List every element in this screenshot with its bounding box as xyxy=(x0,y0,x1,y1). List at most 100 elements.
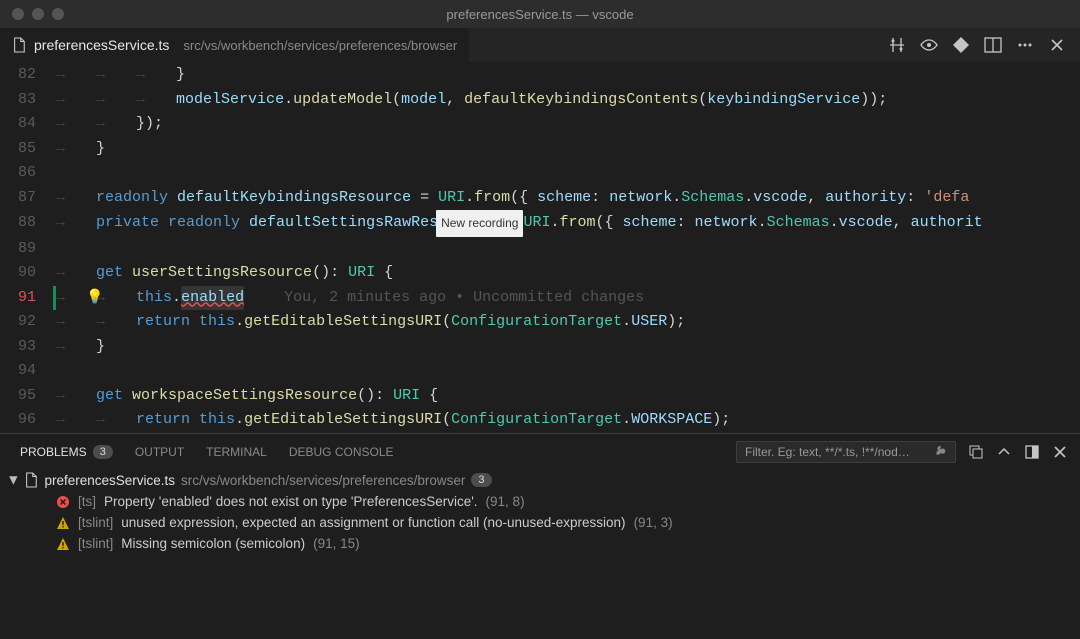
warning-icon xyxy=(56,537,70,551)
git-blame-annotation: You, 2 minutes ago • Uncommitted changes xyxy=(284,286,644,311)
code-line[interactable]: 91 💡→ → this.enabledYou, 2 minutes ago • … xyxy=(0,286,1080,311)
chevron-up-icon[interactable] xyxy=(996,444,1012,460)
bottom-panel: PROBLEMS 3 OUTPUT TERMINAL DEBUG CONSOLE… xyxy=(0,433,1080,639)
line-number: 82 xyxy=(0,63,56,88)
chevron-down-icon: ▶ xyxy=(8,476,21,484)
code-line[interactable]: 95→ get workspaceSettingsResource(): URI… xyxy=(0,384,1080,409)
close-editor-icon[interactable] xyxy=(1048,36,1066,54)
code-line[interactable]: 82→ → → } xyxy=(0,63,1080,88)
tab-terminal[interactable]: TERMINAL xyxy=(206,445,267,459)
problem-item[interactable]: [ts] Property 'enabled' does not exist o… xyxy=(0,491,1080,512)
code-line[interactable]: 92→ → return this.getEditableSettingsURI… xyxy=(0,310,1080,335)
code-content: → → return this.getEditableSettingsURI(C… xyxy=(56,408,730,433)
code-line[interactable]: 96→ → return this.getEditableSettingsURI… xyxy=(0,408,1080,433)
compare-changes-icon[interactable] xyxy=(888,36,906,54)
line-number: 95 xyxy=(0,384,56,409)
split-editor-icon[interactable] xyxy=(984,36,1002,54)
problem-item[interactable]: [tslint] unused expression, expected an … xyxy=(0,512,1080,533)
problems-filter-input[interactable]: Filter. Eg: text, **/*.ts, !**/nod… xyxy=(736,441,956,463)
code-content: → → return this.getEditableSettingsURI(C… xyxy=(56,310,685,335)
panel-tabs: PROBLEMS 3 OUTPUT TERMINAL DEBUG CONSOLE… xyxy=(0,434,1080,469)
line-number: 88 xyxy=(0,211,56,236)
code-line[interactable]: 90→ get userSettingsResource(): URI { xyxy=(0,261,1080,286)
problem-location: (91, 3) xyxy=(634,515,673,530)
problem-location: (91, 8) xyxy=(486,494,525,509)
filter-settings-icon[interactable] xyxy=(933,445,947,459)
open-changes-icon[interactable] xyxy=(952,36,970,54)
line-number: 89 xyxy=(0,237,56,262)
file-icon xyxy=(24,472,38,488)
close-window-button[interactable] xyxy=(12,8,24,20)
problem-source: [tslint] xyxy=(78,536,113,551)
maximize-window-button[interactable] xyxy=(52,8,64,20)
filter-placeholder: Filter. Eg: text, **/*.ts, !**/nod… xyxy=(745,445,910,459)
code-content: → private readonly defaultSettingsRawRes… xyxy=(56,210,983,237)
line-number: 92 xyxy=(0,310,56,335)
problem-source: [tslint] xyxy=(78,515,113,530)
tab-output[interactable]: OUTPUT xyxy=(135,445,184,459)
more-actions-icon[interactable] xyxy=(1016,36,1034,54)
minimize-window-button[interactable] xyxy=(32,8,44,20)
problem-location: (91, 15) xyxy=(313,536,360,551)
line-number: 96 xyxy=(0,408,56,433)
code-line[interactable]: 87→ readonly defaultKeybindingsResource … xyxy=(0,186,1080,211)
problem-message: Missing semicolon (semicolon) xyxy=(121,536,305,551)
code-line[interactable]: 94 xyxy=(0,359,1080,384)
file-icon xyxy=(12,37,26,53)
editor-actions xyxy=(888,36,1080,54)
line-number: 93 xyxy=(0,335,56,360)
code-content: → get userSettingsResource(): URI { xyxy=(56,261,393,286)
titlebar: preferencesService.ts — vscode xyxy=(0,0,1080,28)
problems-count-badge: 3 xyxy=(93,445,113,459)
code-line[interactable]: 85→ } xyxy=(0,137,1080,162)
problems-file-path: src/vs/workbench/services/preferences/br… xyxy=(181,473,465,488)
code-content: → get workspaceSettingsResource(): URI { xyxy=(56,384,438,409)
line-number: 83 xyxy=(0,88,56,113)
line-number: 91 xyxy=(0,286,56,311)
code-content: → → → modelService.updateModel(model, de… xyxy=(56,88,887,113)
tooltip-badge: New recording xyxy=(436,210,523,237)
line-number: 87 xyxy=(0,186,56,211)
problem-item[interactable]: [tslint] Missing semicolon (semicolon) (… xyxy=(0,533,1080,554)
code-line[interactable]: 84→ → }); xyxy=(0,112,1080,137)
line-number: 84 xyxy=(0,112,56,137)
line-number: 85 xyxy=(0,137,56,162)
collapse-all-icon[interactable] xyxy=(968,444,984,460)
line-number: 90 xyxy=(0,261,56,286)
problem-message: Property 'enabled' does not exist on typ… xyxy=(104,494,478,509)
lightbulb-icon[interactable]: 💡 xyxy=(86,286,103,311)
editor-tabbar: preferencesService.ts src/vs/workbench/s… xyxy=(0,28,1080,63)
problem-source: [ts] xyxy=(78,494,96,509)
error-icon xyxy=(56,495,70,509)
code-editor[interactable]: 82→ → → }83→ → → modelService.updateMode… xyxy=(0,63,1080,433)
code-line[interactable]: 86 xyxy=(0,161,1080,186)
close-panel-icon[interactable] xyxy=(1052,444,1068,460)
code-content: → → → } xyxy=(56,63,185,88)
problems-file-row[interactable]: ▶ preferencesService.ts src/vs/workbench… xyxy=(0,469,1080,491)
window-title: preferencesService.ts — vscode xyxy=(446,7,633,22)
code-line[interactable]: 89 xyxy=(0,237,1080,262)
line-number: 86 xyxy=(0,161,56,186)
problems-list: ▶ preferencesService.ts src/vs/workbench… xyxy=(0,469,1080,639)
maximize-panel-icon[interactable] xyxy=(1024,444,1040,460)
code-content: → readonly defaultKeybindingsResource = … xyxy=(56,186,969,211)
window-controls xyxy=(0,8,64,20)
editor-tab[interactable]: preferencesService.ts src/vs/workbench/s… xyxy=(0,28,469,62)
tab-filename: preferencesService.ts xyxy=(34,37,169,53)
code-line[interactable]: 83→ → → modelService.updateModel(model, … xyxy=(0,88,1080,113)
tab-problems[interactable]: PROBLEMS 3 xyxy=(20,445,113,459)
toggle-preview-icon[interactable] xyxy=(920,36,938,54)
code-content: → } xyxy=(56,335,105,360)
tab-problems-label: PROBLEMS xyxy=(20,445,87,459)
problem-message: unused expression, expected an assignmen… xyxy=(121,515,625,530)
problems-file-count: 3 xyxy=(471,473,491,487)
problems-file-name: preferencesService.ts xyxy=(44,473,175,488)
code-content: → → }); xyxy=(56,112,163,137)
line-number: 94 xyxy=(0,359,56,384)
tab-path: src/vs/workbench/services/preferences/br… xyxy=(183,38,457,53)
code-line[interactable]: 93→ } xyxy=(0,335,1080,360)
warning-icon xyxy=(56,516,70,530)
tab-debug-console[interactable]: DEBUG CONSOLE xyxy=(289,445,394,459)
code-line[interactable]: 88→ private readonly defaultSettingsRawR… xyxy=(0,210,1080,237)
code-content: → → this.enabledYou, 2 minutes ago • Unc… xyxy=(56,286,644,311)
